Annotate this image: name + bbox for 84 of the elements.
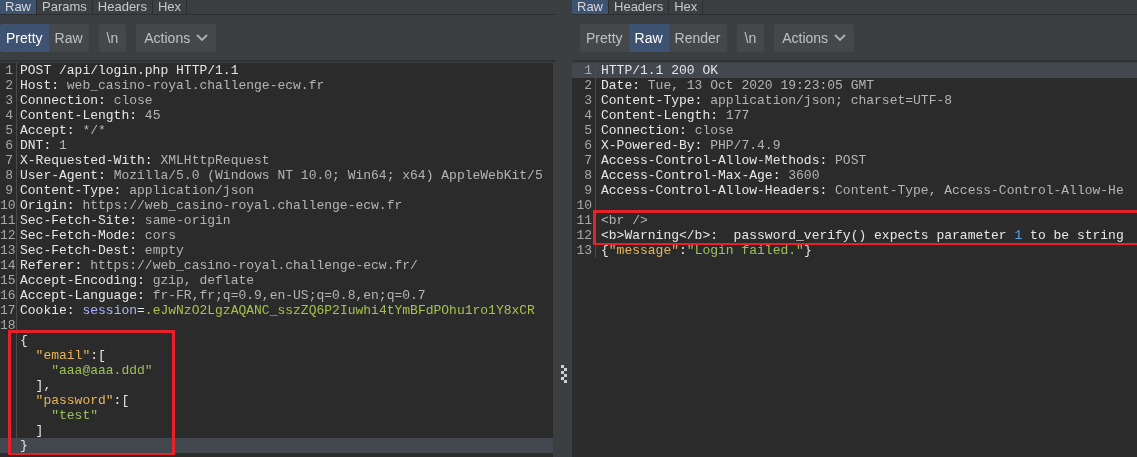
- line-number: 5: [5, 123, 13, 138]
- code-line: Content-Length: 177: [600, 108, 750, 123]
- code-line: ],: [34, 378, 52, 393]
- code-line: Sec-Fetch-Mode: cors: [19, 228, 177, 243]
- code-line: Referer: https://web_casino-royal.challenge-ecw.fr/: [19, 258, 418, 273]
- code-line: {"message":"Login failed."}: [600, 243, 812, 258]
- code-line: Accept-Encoding: gzip, deflate: [19, 273, 255, 288]
- view-mode-tab[interactable]: Raw: [628, 23, 669, 52]
- line-number: 13: [0, 243, 16, 258]
- line-number: 6: [5, 138, 13, 153]
- view-mode-tab[interactable]: Render: [668, 23, 727, 52]
- line-number: 11: [576, 213, 592, 228]
- code-line: Content-Type: application/json: [19, 183, 255, 198]
- newline-button[interactable]: \n: [736, 23, 765, 52]
- code-line: Content-Type: application/json; charset=UTF-8: [600, 93, 953, 108]
- line-number: 4: [5, 108, 13, 123]
- line-number: 14: [0, 258, 16, 273]
- code-line: X-Requested-With: XMLHttpRequest: [19, 153, 270, 168]
- line-number: 12: [0, 228, 16, 243]
- code-line: Content-Length: 45: [19, 108, 161, 123]
- line-number: 6: [584, 138, 592, 153]
- code-line: "password":[: [34, 393, 130, 408]
- code-line: Sec-Fetch-Dest: empty: [19, 243, 184, 258]
- code-line: Access-Control-Allow-Headers: Content-Type, Access-Control-Allow-He: [600, 183, 1124, 198]
- code-editor[interactable]: [0, 63, 553, 457]
- line-number: 1: [584, 63, 592, 78]
- line-number: 10: [0, 198, 16, 213]
- code-line: X-Powered-By: PHP/7.4.9: [600, 138, 781, 153]
- code-line: Access-Control-Max-Age: 3600: [600, 168, 820, 183]
- code-line: Access-Control-Allow-Methods: POST: [600, 153, 867, 168]
- code-line: Connection: close: [19, 93, 153, 108]
- line-number: 15: [0, 273, 16, 288]
- code-editor[interactable]: [572, 63, 1137, 457]
- line-number: 18: [0, 318, 16, 333]
- line-number: 2: [584, 78, 592, 93]
- code-line: HTTP/1.1 200 OK: [600, 63, 719, 78]
- code-line: Sec-Fetch-Site: same-origin: [19, 213, 231, 228]
- line-number: 9: [5, 183, 13, 198]
- view-mode-tab[interactable]: Pretty: [0, 23, 49, 52]
- code-line: Origin: https://web_casino-royal.challenge-ecw.fr: [19, 198, 403, 213]
- line-number: 16: [0, 288, 16, 303]
- splitter-handle-icon[interactable]: [561, 364, 567, 383]
- code-line: ]: [34, 423, 44, 438]
- line-number: 11: [0, 213, 16, 228]
- code-line: Accept: */*: [19, 123, 106, 138]
- line-number: 7: [5, 153, 13, 168]
- code-line: DNT: 1: [19, 138, 67, 153]
- actions-button[interactable]: Actions: [774, 23, 855, 52]
- code-line: <br />: [600, 213, 648, 228]
- code-line: Cookie: session=.eJwNzO2LgzAQANC_sszZQ6P2Iuwhi4tYmBFdPOhu1ro1Y8xCR: [19, 303, 535, 318]
- code-line: <b>Warning</b>: password_verify() expects parameter 1 to be string: [600, 228, 1124, 243]
- code-line: {: [19, 333, 28, 348]
- line-number: 17: [0, 303, 16, 318]
- line-number: 5: [584, 123, 592, 138]
- line-number: 8: [5, 168, 13, 183]
- code-line: Accept-Language: fr-FR,fr;q=0.9,en-US;q=0.8,en;q=0.7: [19, 288, 426, 303]
- tab[interactable]: Raw: [0, 0, 37, 14]
- line-number: 8: [584, 168, 592, 183]
- line-number: 7: [584, 153, 592, 168]
- code-line: "aaa@aaa.ddd": [50, 363, 153, 378]
- newline-button[interactable]: \n: [98, 23, 127, 52]
- line-number: 9: [584, 183, 592, 198]
- code-line: }: [19, 438, 28, 453]
- code-line: POST /api/login.php HTTP/1.1: [19, 63, 239, 78]
- line-number: 13: [576, 243, 592, 258]
- line-number: 1: [5, 63, 13, 78]
- code-line: "test": [50, 408, 98, 423]
- code-line: Host: web_casino-royal.challenge-ecw.fr: [19, 78, 325, 93]
- chevron-down-icon: [834, 33, 847, 42]
- line-number: 4: [584, 108, 592, 123]
- code-line: Connection: close: [600, 123, 734, 138]
- line-number: 2: [5, 78, 13, 93]
- view-mode-tab[interactable]: Raw: [48, 23, 89, 52]
- code-line: User-Agent: Mozilla/5.0 (Windows NT 10.0; Win64; x64) AppleWebKit/5: [19, 168, 543, 183]
- tab[interactable]: Raw: [572, 0, 609, 14]
- view-mode-tab[interactable]: Pretty: [580, 23, 629, 52]
- chevron-down-icon: [196, 33, 209, 42]
- line-number: 12: [576, 228, 592, 243]
- actions-button[interactable]: Actions: [136, 23, 217, 52]
- line-number: 3: [584, 93, 592, 108]
- line-number: 3: [5, 93, 13, 108]
- code-line: Date: Tue, 13 Oct 2020 19:23:05 GMT: [600, 78, 875, 93]
- line-number: 10: [576, 198, 592, 213]
- code-line: "email":[: [34, 348, 106, 363]
